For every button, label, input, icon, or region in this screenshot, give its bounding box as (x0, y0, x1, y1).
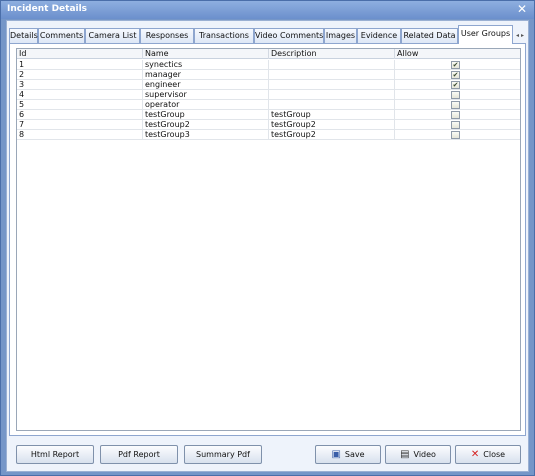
cell-description[interactable] (269, 80, 395, 90)
allow-checkbox[interactable] (451, 111, 460, 119)
tab-video-comments[interactable]: Video Comments (254, 28, 324, 43)
table-row[interactable]: 1 synectics ✔ (17, 60, 520, 70)
close-button-label: Close (483, 450, 506, 459)
cell-allow (395, 110, 520, 120)
tab-details[interactable]: Details (9, 28, 38, 43)
cell-name[interactable]: supervisor (143, 90, 269, 100)
tab-scroll-arrows-icon[interactable]: ◂ ▸ (514, 30, 526, 41)
tab-user-groups[interactable]: User Groups (458, 25, 513, 44)
table-row[interactable]: 8 testGroup3 testGroup2 (17, 130, 520, 140)
cell-name[interactable]: testGroup3 (143, 130, 269, 140)
cell-id[interactable]: 8 (17, 130, 143, 140)
video-button[interactable]: ▤ Video (385, 445, 451, 464)
table-row[interactable]: 7 testGroup2 testGroup2 (17, 120, 520, 130)
cell-allow: ✔ (395, 60, 520, 70)
window-client-area: Details Comments Camera List Responses T… (6, 20, 529, 472)
window-close-icon[interactable]: ✕ (515, 2, 529, 16)
tab-comments[interactable]: Comments (38, 28, 85, 43)
cell-id[interactable]: 3 (17, 80, 143, 90)
cell-id[interactable]: 2 (17, 70, 143, 80)
cell-description[interactable]: testGroup2 (269, 120, 395, 130)
floppy-disk-icon: ▣ (331, 448, 341, 460)
cell-description[interactable] (269, 90, 395, 100)
table-row[interactable]: 3 engineer ✔ (17, 80, 520, 90)
red-x-icon: ✕ (470, 448, 480, 460)
allow-checkbox[interactable]: ✔ (451, 61, 460, 69)
window-title: Incident Details (7, 4, 88, 14)
cell-allow (395, 90, 520, 100)
close-button[interactable]: ✕ Close (455, 445, 521, 464)
allow-checkbox[interactable] (451, 91, 460, 99)
video-button-label: Video (413, 450, 436, 459)
column-header-allow[interactable]: Allow (395, 49, 520, 59)
cell-description[interactable]: testGroup2 (269, 130, 395, 140)
cell-description[interactable] (269, 60, 395, 70)
title-bar[interactable]: Incident Details ✕ (1, 1, 534, 19)
allow-checkbox[interactable]: ✔ (451, 81, 460, 89)
tab-strip: Details Comments Camera List Responses T… (9, 25, 526, 44)
save-button[interactable]: ▣ Save (315, 445, 381, 464)
cell-name[interactable]: testGroup (143, 110, 269, 120)
allow-checkbox[interactable] (451, 101, 460, 109)
cell-allow (395, 130, 520, 140)
cell-id[interactable]: 6 (17, 110, 143, 120)
tab-transactions[interactable]: Transactions (194, 28, 254, 43)
column-header-description[interactable]: Description (269, 49, 395, 59)
cell-description[interactable] (269, 100, 395, 110)
pdf-report-button[interactable]: Pdf Report (100, 445, 178, 464)
save-button-label: Save (344, 450, 365, 459)
cell-name[interactable]: synectics (143, 60, 269, 70)
grid-header: Id Name Description Allow (17, 49, 520, 59)
user-groups-grid: Id Name Description Allow 1 synectics ✔ 2 ma… (16, 48, 521, 431)
column-header-id[interactable]: Id (17, 49, 143, 59)
cell-id[interactable]: 4 (17, 90, 143, 100)
tab-images[interactable]: Images (324, 28, 357, 43)
cell-id[interactable]: 5 (17, 100, 143, 110)
tab-evidence[interactable]: Evidence (357, 28, 401, 43)
tab-related-data[interactable]: Related Data (401, 28, 458, 43)
table-row[interactable]: 2 manager ✔ (17, 70, 520, 80)
table-row[interactable]: 4 supervisor (17, 90, 520, 100)
column-header-name[interactable]: Name (143, 49, 269, 59)
table-row[interactable]: 6 testGroup testGroup (17, 110, 520, 120)
cell-id[interactable]: 7 (17, 120, 143, 130)
film-strip-icon: ▤ (400, 448, 410, 460)
tab-camera-list[interactable]: Camera List (85, 28, 140, 43)
summary-pdf-button[interactable]: Summary Pdf (184, 445, 262, 464)
cell-description[interactable] (269, 70, 395, 80)
cell-description[interactable]: testGroup (269, 110, 395, 120)
cell-allow: ✔ (395, 80, 520, 90)
incident-details-window: Incident Details ✕ Details Comments Came… (0, 0, 535, 476)
cell-name[interactable]: testGroup2 (143, 120, 269, 130)
cell-name[interactable]: operator (143, 100, 269, 110)
cell-name[interactable]: manager (143, 70, 269, 80)
allow-checkbox[interactable]: ✔ (451, 71, 460, 79)
cell-allow (395, 120, 520, 130)
cell-allow: ✔ (395, 70, 520, 80)
tab-responses[interactable]: Responses (140, 28, 194, 43)
cell-allow (395, 100, 520, 110)
user-groups-panel: Id Name Description Allow 1 synectics ✔ 2 ma… (9, 43, 526, 436)
html-report-button[interactable]: Html Report (16, 445, 94, 464)
table-row[interactable]: 5 operator (17, 100, 520, 110)
allow-checkbox[interactable] (451, 131, 460, 139)
cell-name[interactable]: engineer (143, 80, 269, 90)
cell-id[interactable]: 1 (17, 60, 143, 70)
allow-checkbox[interactable] (451, 121, 460, 129)
